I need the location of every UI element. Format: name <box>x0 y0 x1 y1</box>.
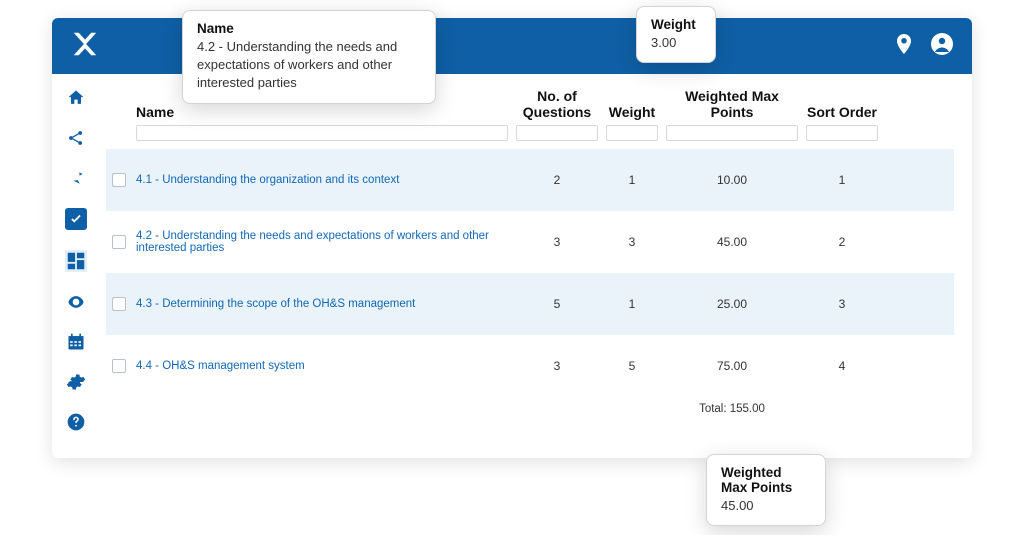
logo-x-icon <box>70 29 100 64</box>
row-sort: 1 <box>802 173 882 187</box>
calendar-icon[interactable] <box>66 332 86 352</box>
main-content: Name No. of Questions Weight Weighted Ma… <box>100 74 972 458</box>
row-questions: 3 <box>512 359 602 373</box>
col-questions-header[interactable]: No. of Questions <box>512 88 602 120</box>
tooltip-body: 45.00 <box>721 497 811 515</box>
row-weight: 5 <box>602 359 662 373</box>
row-sort: 3 <box>802 297 882 311</box>
tooltip-title: Name <box>197 21 421 36</box>
location-pin-icon[interactable] <box>892 32 916 61</box>
tooltip-wmp-card: Weighted Max Points 45.00 <box>706 454 826 526</box>
row-sort: 4 <box>802 359 882 373</box>
filter-wmp-input[interactable] <box>666 125 798 141</box>
filter-weight-input[interactable] <box>606 125 658 141</box>
row-wmp: 25.00 <box>662 297 802 311</box>
row-questions: 3 <box>512 235 602 249</box>
pin-icon[interactable] <box>66 168 86 188</box>
filter-questions-input[interactable] <box>516 125 598 141</box>
row-name-link[interactable]: 4.2 - Understanding the needs and expect… <box>132 230 512 254</box>
col-name-header[interactable]: Name <box>132 104 512 120</box>
table-row[interactable]: 4.3 - Determining the scope of the OH&S … <box>106 273 954 335</box>
total-row: Total: 155.00 <box>106 403 954 415</box>
table-row[interactable]: 4.2 - Understanding the needs and expect… <box>106 211 954 273</box>
help-icon[interactable] <box>66 412 86 432</box>
row-weight: 1 <box>602 173 662 187</box>
row-wmp: 45.00 <box>662 235 802 249</box>
tooltip-title: Weighted Max Points <box>721 465 811 495</box>
user-avatar-icon[interactable] <box>930 32 954 61</box>
filter-sort-input[interactable] <box>806 125 878 141</box>
row-sort: 2 <box>802 235 882 249</box>
table-row[interactable]: 4.4 - OH&S management system 3 5 75.00 4 <box>106 335 954 397</box>
row-checkbox[interactable] <box>112 173 126 187</box>
row-checkbox[interactable] <box>112 297 126 311</box>
col-weight-header[interactable]: Weight <box>602 104 662 120</box>
row-checkbox[interactable] <box>112 235 126 249</box>
home-icon[interactable] <box>66 88 86 108</box>
checkbox-icon[interactable] <box>65 208 87 230</box>
tooltip-title: Weight <box>651 17 701 32</box>
row-weight: 1 <box>602 297 662 311</box>
row-name-link[interactable]: 4.4 - OH&S management system <box>132 360 512 372</box>
row-questions: 5 <box>512 297 602 311</box>
row-checkbox[interactable] <box>112 359 126 373</box>
tooltip-weight-card: Weight 3.00 <box>636 6 716 63</box>
col-sort-header[interactable]: Sort Order <box>802 104 882 120</box>
row-name-link[interactable]: 4.1 - Understanding the organization and… <box>132 174 512 186</box>
filter-name-input[interactable] <box>136 125 508 141</box>
col-wmp-header[interactable]: Weighted Max Points <box>662 88 802 120</box>
tooltip-name-card: Name 4.2 - Understanding the needs and e… <box>182 10 436 104</box>
row-questions: 2 <box>512 173 602 187</box>
table-row[interactable]: 4.1 - Understanding the organization and… <box>106 149 954 211</box>
row-weight: 3 <box>602 235 662 249</box>
gear-icon[interactable] <box>66 372 86 392</box>
row-wmp: 75.00 <box>662 359 802 373</box>
column-filters <box>106 122 954 149</box>
tooltip-body: 4.2 - Understanding the needs and expect… <box>197 38 421 93</box>
eye-icon[interactable] <box>66 292 86 312</box>
dashboard-grid-icon[interactable] <box>65 250 87 272</box>
total-value: Total: 155.00 <box>662 403 802 415</box>
tooltip-body: 3.00 <box>651 34 701 52</box>
share-icon[interactable] <box>66 128 86 148</box>
side-nav <box>52 74 100 458</box>
row-wmp: 10.00 <box>662 173 802 187</box>
data-rows: 4.1 - Understanding the organization and… <box>106 149 954 397</box>
row-name-link[interactable]: 4.3 - Determining the scope of the OH&S … <box>132 298 512 310</box>
